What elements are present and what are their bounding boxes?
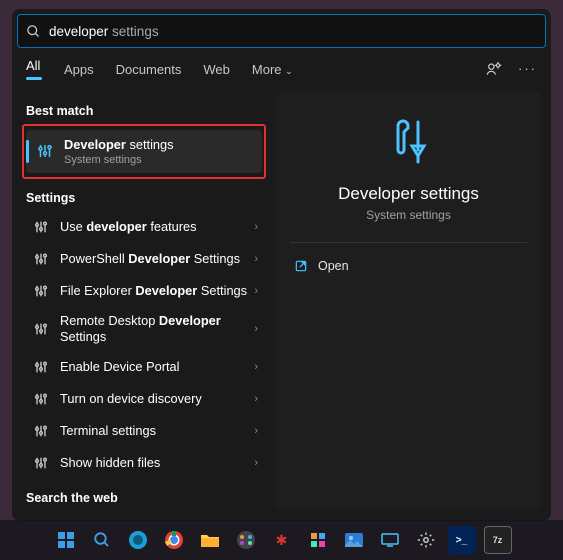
settings-sliders-icon: [30, 283, 52, 299]
settings-result[interactable]: Show hidden files›: [22, 447, 266, 479]
filter-tabs: All Apps Documents Web More ⌄ ···: [12, 48, 551, 92]
settings-sliders-icon: [30, 455, 52, 471]
settings-sliders-icon: [30, 391, 52, 407]
best-match-title: Developer settings: [64, 137, 254, 153]
chevron-right-icon: ›: [254, 361, 258, 373]
tab-documents[interactable]: Documents: [116, 62, 182, 83]
taskbar-powershell[interactable]: >_: [448, 526, 476, 554]
taskbar-7zip[interactable]: 7z: [484, 526, 512, 554]
settings-result[interactable]: Terminal settings›: [22, 415, 266, 447]
settings-result[interactable]: File Explorer Developer Settings›: [22, 275, 266, 307]
divider: [290, 242, 527, 243]
taskbar-app-grid[interactable]: [304, 526, 332, 554]
settings-result[interactable]: Use developer features›: [22, 211, 266, 243]
taskbar-chrome[interactable]: [160, 526, 188, 554]
best-match-result[interactable]: Developer settings System settings: [26, 130, 262, 173]
tab-all[interactable]: All: [26, 58, 42, 86]
taskbar-search[interactable]: [88, 526, 116, 554]
chevron-right-icon: ›: [254, 221, 258, 233]
settings-result-title: File Explorer Developer Settings: [60, 283, 254, 299]
taskbar-settings[interactable]: [412, 526, 440, 554]
open-action[interactable]: Open: [290, 253, 527, 279]
search-query: developer settings: [49, 24, 159, 39]
preview-subtitle: System settings: [366, 208, 451, 222]
taskbar-explorer[interactable]: [196, 526, 224, 554]
best-match-subtitle: System settings: [64, 154, 254, 166]
open-label: Open: [318, 259, 349, 273]
taskbar-photos[interactable]: [340, 526, 368, 554]
settings-result[interactable]: PowerShell Developer Settings›: [22, 243, 266, 275]
taskbar-edge[interactable]: [124, 526, 152, 554]
chevron-right-icon: ›: [254, 425, 258, 437]
section-settings: Settings: [26, 191, 266, 205]
start-search-panel: developer settings All Apps Documents We…: [12, 9, 551, 521]
settings-result-title: PowerShell Developer Settings: [60, 251, 254, 267]
developer-tools-icon: [381, 114, 437, 170]
taskbar-app-colorful[interactable]: [232, 526, 260, 554]
settings-result[interactable]: Remote Desktop Developer Settings›: [22, 307, 266, 351]
search-icon: [26, 24, 41, 39]
open-icon: [294, 259, 308, 273]
settings-result-title: Use developer features: [60, 219, 254, 235]
taskbar-start[interactable]: [52, 526, 80, 554]
settings-sliders-icon: [34, 142, 56, 160]
highlight-box: Developer settings System settings: [22, 124, 266, 179]
chevron-right-icon: ›: [254, 323, 258, 335]
settings-result[interactable]: Turn on device discovery›: [22, 383, 266, 415]
settings-result-title: Show hidden files: [60, 455, 254, 471]
results-list: Best match Developer settings System set…: [22, 92, 266, 511]
settings-sliders-icon: [30, 219, 52, 235]
taskbar: ✱ >_ 7z: [0, 520, 563, 560]
more-options-icon[interactable]: ···: [518, 61, 537, 76]
search-input[interactable]: developer settings: [17, 14, 546, 48]
chevron-right-icon: ›: [254, 393, 258, 405]
settings-result-title: Turn on device discovery: [60, 391, 254, 407]
section-best-match: Best match: [26, 104, 266, 118]
preview-title: Developer settings: [338, 184, 479, 204]
settings-result-title: Enable Device Portal: [60, 359, 254, 375]
settings-result-title: Terminal settings: [60, 423, 254, 439]
chevron-right-icon: ›: [254, 457, 258, 469]
tab-more[interactable]: More ⌄: [252, 62, 293, 83]
preview-pane: Developer settings System settings Open: [276, 92, 541, 511]
settings-sliders-icon: [30, 423, 52, 439]
taskbar-display[interactable]: [376, 526, 404, 554]
chevron-right-icon: ›: [254, 253, 258, 265]
settings-sliders-icon: [30, 359, 52, 375]
taskbar-app-red[interactable]: ✱: [268, 526, 296, 554]
tab-web[interactable]: Web: [203, 62, 230, 83]
settings-sliders-icon: [30, 321, 52, 337]
account-icon[interactable]: [486, 60, 502, 76]
settings-result-title: Remote Desktop Developer Settings: [60, 313, 254, 345]
tab-apps[interactable]: Apps: [64, 62, 94, 83]
settings-sliders-icon: [30, 251, 52, 267]
chevron-right-icon: ›: [254, 285, 258, 297]
section-search-web: Search the web: [26, 491, 266, 505]
settings-result[interactable]: Enable Device Portal›: [22, 351, 266, 383]
